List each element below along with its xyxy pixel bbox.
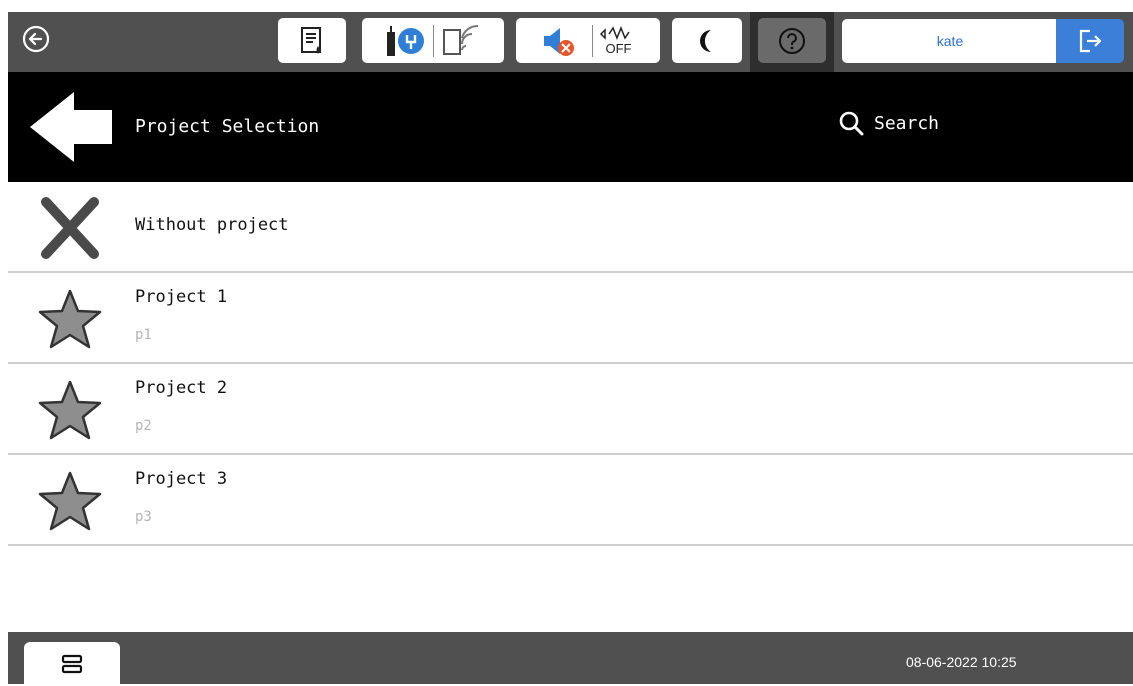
project-list: Without project Project 1 p1 Project 2 p…	[8, 182, 1133, 546]
page-title: Project Selection	[135, 116, 320, 137]
star-icon	[38, 471, 102, 531]
list-item-subtitle: p3	[135, 509, 152, 525]
list-item-name: Project 3	[135, 469, 228, 489]
status-bar: OFF kate	[8, 12, 1133, 72]
moon-icon	[700, 29, 711, 52]
close-icon	[41, 197, 99, 259]
help-button-wrapper	[750, 12, 834, 72]
page-header: Project Selection Search	[8, 72, 1133, 182]
user-name-field[interactable]: kate	[842, 19, 1058, 63]
job-menu-button[interactable]	[24, 642, 120, 686]
document-status-button[interactable]	[278, 18, 346, 63]
logout-icon	[1079, 29, 1102, 53]
list-item-name: Project 2	[135, 378, 228, 398]
list-item-name: Without project	[135, 215, 289, 235]
sleep-mode-button[interactable]	[672, 18, 742, 63]
sound-status-button[interactable]: OFF	[516, 18, 660, 63]
job-list-icon	[61, 654, 83, 674]
divider	[432, 24, 434, 57]
list-item-project-2[interactable]: Project 2 p2	[8, 364, 1133, 455]
list-item-project-3[interactable]: Project 3 p3	[8, 455, 1133, 546]
footer-bar: 08-06-2022 10:25	[8, 632, 1133, 686]
list-item-subtitle: p1	[135, 327, 152, 343]
list-item-name: Project 1	[135, 287, 228, 307]
signal-off-label: OFF	[605, 40, 632, 56]
search-label: Search	[874, 112, 940, 134]
divider	[591, 24, 593, 57]
help-icon	[779, 27, 805, 54]
datetime-display: 08-06-2022 10:25	[906, 654, 1017, 670]
wifi-direct-icon	[442, 24, 478, 55]
list-item-subtitle: p2	[135, 418, 152, 434]
search-button[interactable]: Search	[838, 110, 939, 136]
list-item-project-1[interactable]: Project 1 p1	[8, 273, 1133, 364]
sound-muted-icon	[543, 27, 574, 56]
star-icon	[38, 289, 102, 349]
help-button[interactable]	[758, 18, 826, 63]
signal-off-icon: OFF	[599, 25, 639, 56]
logout-button[interactable]	[1056, 19, 1124, 63]
connection-status-button[interactable]	[362, 18, 504, 63]
star-icon	[38, 380, 102, 440]
printer-usb-icon	[386, 25, 424, 56]
back-circle-icon[interactable]	[22, 25, 50, 53]
document-ink-icon	[301, 26, 321, 54]
list-item-without-project[interactable]: Without project	[8, 182, 1133, 273]
search-icon	[839, 111, 864, 136]
back-arrow-icon[interactable]	[26, 90, 118, 164]
